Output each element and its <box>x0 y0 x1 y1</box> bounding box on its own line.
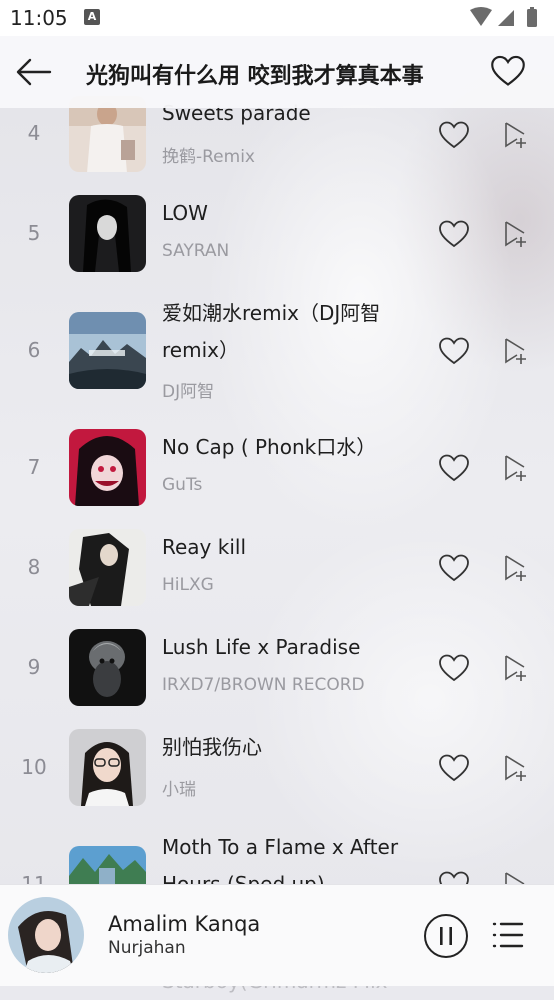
song-cover <box>69 429 146 506</box>
song-index: 5 <box>27 221 41 245</box>
song-cover <box>69 629 146 706</box>
song-index: 4 <box>27 121 41 145</box>
add-to-playlist-button[interactable] <box>501 219 531 249</box>
like-button[interactable] <box>438 219 470 249</box>
notification-icon: A <box>84 9 100 25</box>
like-button[interactable] <box>438 453 470 483</box>
playlist-add-icon <box>505 338 526 364</box>
song-cover <box>69 195 146 272</box>
mini-player[interactable]: Amalim Kanqa Nurjahan <box>0 884 554 986</box>
pause-button[interactable] <box>423 913 469 959</box>
playlist-button[interactable] <box>490 919 526 951</box>
list-icon <box>492 922 524 948</box>
song-row[interactable]: 4 Sweets parade 挽鹤-Remix <box>0 96 554 186</box>
add-to-playlist-button[interactable] <box>501 653 531 683</box>
song-row[interactable]: 10 别怕我伤心 小瑞 <box>0 729 554 809</box>
song-list[interactable]: 4 Sweets parade 挽鹤-Remix 5 LOW SAYRAN 6 <box>0 0 554 993</box>
playlist-add-icon <box>505 122 526 148</box>
heart-outline-icon <box>439 754 469 782</box>
song-artist: 小瑞 <box>162 780 196 800</box>
add-to-playlist-button[interactable] <box>501 336 531 366</box>
add-to-playlist-button[interactable] <box>501 553 531 583</box>
song-index: 10 <box>21 755 47 779</box>
song-row[interactable]: 7 No Cap ( Phonk口水） GuTs <box>0 429 554 509</box>
song-row[interactable]: 5 LOW SAYRAN <box>0 195 554 275</box>
like-button[interactable] <box>438 653 470 683</box>
heart-outline-icon <box>439 454 469 482</box>
heart-outline-icon <box>439 220 469 248</box>
now-playing-title: Amalim Kanqa <box>108 912 261 936</box>
page-title: 光狗叫有什么用 咬到我才算真本事 <box>86 64 424 89</box>
status-bar: 11:05 A <box>0 0 554 36</box>
back-button[interactable] <box>14 56 54 88</box>
playlist-add-icon <box>505 221 526 247</box>
song-title: Reay kill <box>162 535 247 559</box>
song-title: LOW <box>162 201 208 225</box>
like-button[interactable] <box>438 753 470 783</box>
cell-signal-icon <box>498 10 514 26</box>
now-playing-artist: Nurjahan <box>108 938 186 958</box>
song-title: Lush Life x Paradise <box>162 635 361 659</box>
song-row[interactable]: 8 Reay kill HiLXG <box>0 529 554 609</box>
now-playing-cover[interactable] <box>8 897 84 973</box>
playlist-add-icon <box>505 555 526 581</box>
song-row[interactable]: 9 Lush Life x Paradise IRXD7/BROWN RECOR… <box>0 629 554 709</box>
song-cover <box>69 729 146 806</box>
pause-circle-icon <box>424 914 468 958</box>
heart-outline-icon <box>439 654 469 682</box>
song-title: No Cap ( Phonk口水） <box>162 435 377 459</box>
song-index: 6 <box>27 338 41 362</box>
playlist-add-icon <box>505 755 526 781</box>
add-to-playlist-button[interactable] <box>501 120 531 150</box>
favorite-playlist-button[interactable] <box>490 54 526 88</box>
heart-outline-icon <box>439 337 469 365</box>
like-button[interactable] <box>438 336 470 366</box>
heart-outline-icon <box>439 121 469 149</box>
song-artist: HiLXG <box>162 575 214 595</box>
song-title: 爱如潮水remix（DJ阿智 remix） <box>162 301 381 362</box>
song-title: 别怕我伤心 <box>162 735 262 759</box>
add-to-playlist-button[interactable] <box>501 753 531 783</box>
song-artist: 挽鹤-Remix <box>162 147 255 167</box>
arrow-left-icon <box>16 58 52 86</box>
heart-outline-icon <box>439 554 469 582</box>
playlist-add-icon <box>505 655 526 681</box>
battery-icon <box>527 9 537 27</box>
song-cover <box>69 529 146 606</box>
song-artist: IRXD7/BROWN RECORD <box>162 675 365 695</box>
wifi-icon <box>470 7 492 26</box>
song-row[interactable]: 6 爱如潮水remix（DJ阿智 remix） DJ阿智 <box>0 295 554 405</box>
like-button[interactable] <box>438 120 470 150</box>
signal-battery-icons <box>470 7 537 27</box>
song-artist: GuTs <box>162 475 203 495</box>
add-to-playlist-button[interactable] <box>501 453 531 483</box>
heart-outline-icon <box>491 55 525 86</box>
playlist-header: 光狗叫有什么用 咬到我才算真本事 <box>0 36 554 108</box>
song-index: 8 <box>27 555 41 579</box>
playlist-add-icon <box>505 455 526 481</box>
song-cover <box>69 312 146 389</box>
song-index: 7 <box>27 455 41 479</box>
song-artist: DJ阿智 <box>162 382 215 402</box>
status-time: 11:05 <box>10 6 68 30</box>
song-artist: SAYRAN <box>162 241 230 261</box>
like-button[interactable] <box>438 553 470 583</box>
song-index: 9 <box>27 655 41 679</box>
